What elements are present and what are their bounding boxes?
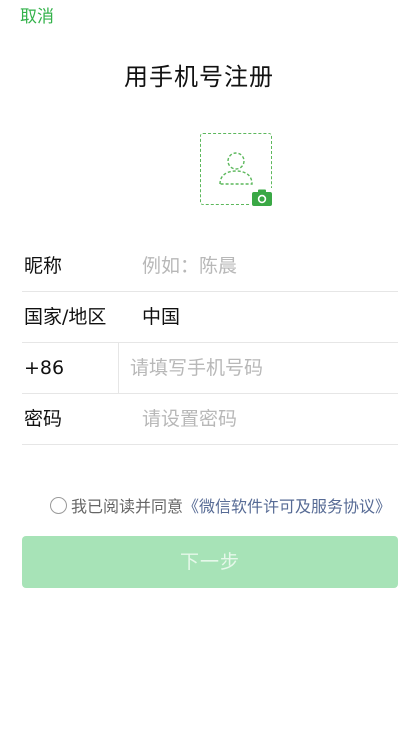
register-page: 取消 用手机号注册 昵称 国家/地区 中国 +86 (0, 0, 398, 751)
cancel-button[interactable]: 取消 (20, 2, 54, 27)
nickname-label: 昵称 (24, 255, 63, 277)
password-input[interactable] (142, 394, 392, 444)
register-form: 昵称 国家/地区 中国 +86 密码 (0, 241, 398, 445)
phone-input[interactable] (130, 343, 380, 393)
page-title: 用手机号注册 (124, 63, 274, 91)
agreement: 我已阅读并同意《微信软件许可及服务协议》 (50, 495, 398, 519)
region-row[interactable]: 国家/地区 中国 (22, 292, 398, 343)
nickname-input[interactable] (142, 241, 392, 291)
camera-icon (250, 188, 274, 207)
password-label: 密码 (24, 408, 63, 430)
region-label: 国家/地区 (24, 306, 107, 328)
avatar-upload[interactable] (200, 133, 274, 207)
agreement-text: 我已阅读并同意 (71, 497, 184, 516)
country-code[interactable]: +86 (24, 343, 64, 393)
code-divider (118, 343, 119, 393)
password-row: 密码 (22, 394, 398, 445)
phone-row: +86 (22, 343, 398, 394)
nickname-row: 昵称 (22, 241, 398, 292)
agreement-link[interactable]: 《微信软件许可及服务协议》 (183, 497, 391, 516)
agreement-checkbox[interactable] (50, 497, 67, 514)
person-outline-icon (219, 152, 253, 185)
region-value[interactable]: 中国 (142, 292, 180, 342)
next-button[interactable]: 下一步 (22, 536, 398, 588)
